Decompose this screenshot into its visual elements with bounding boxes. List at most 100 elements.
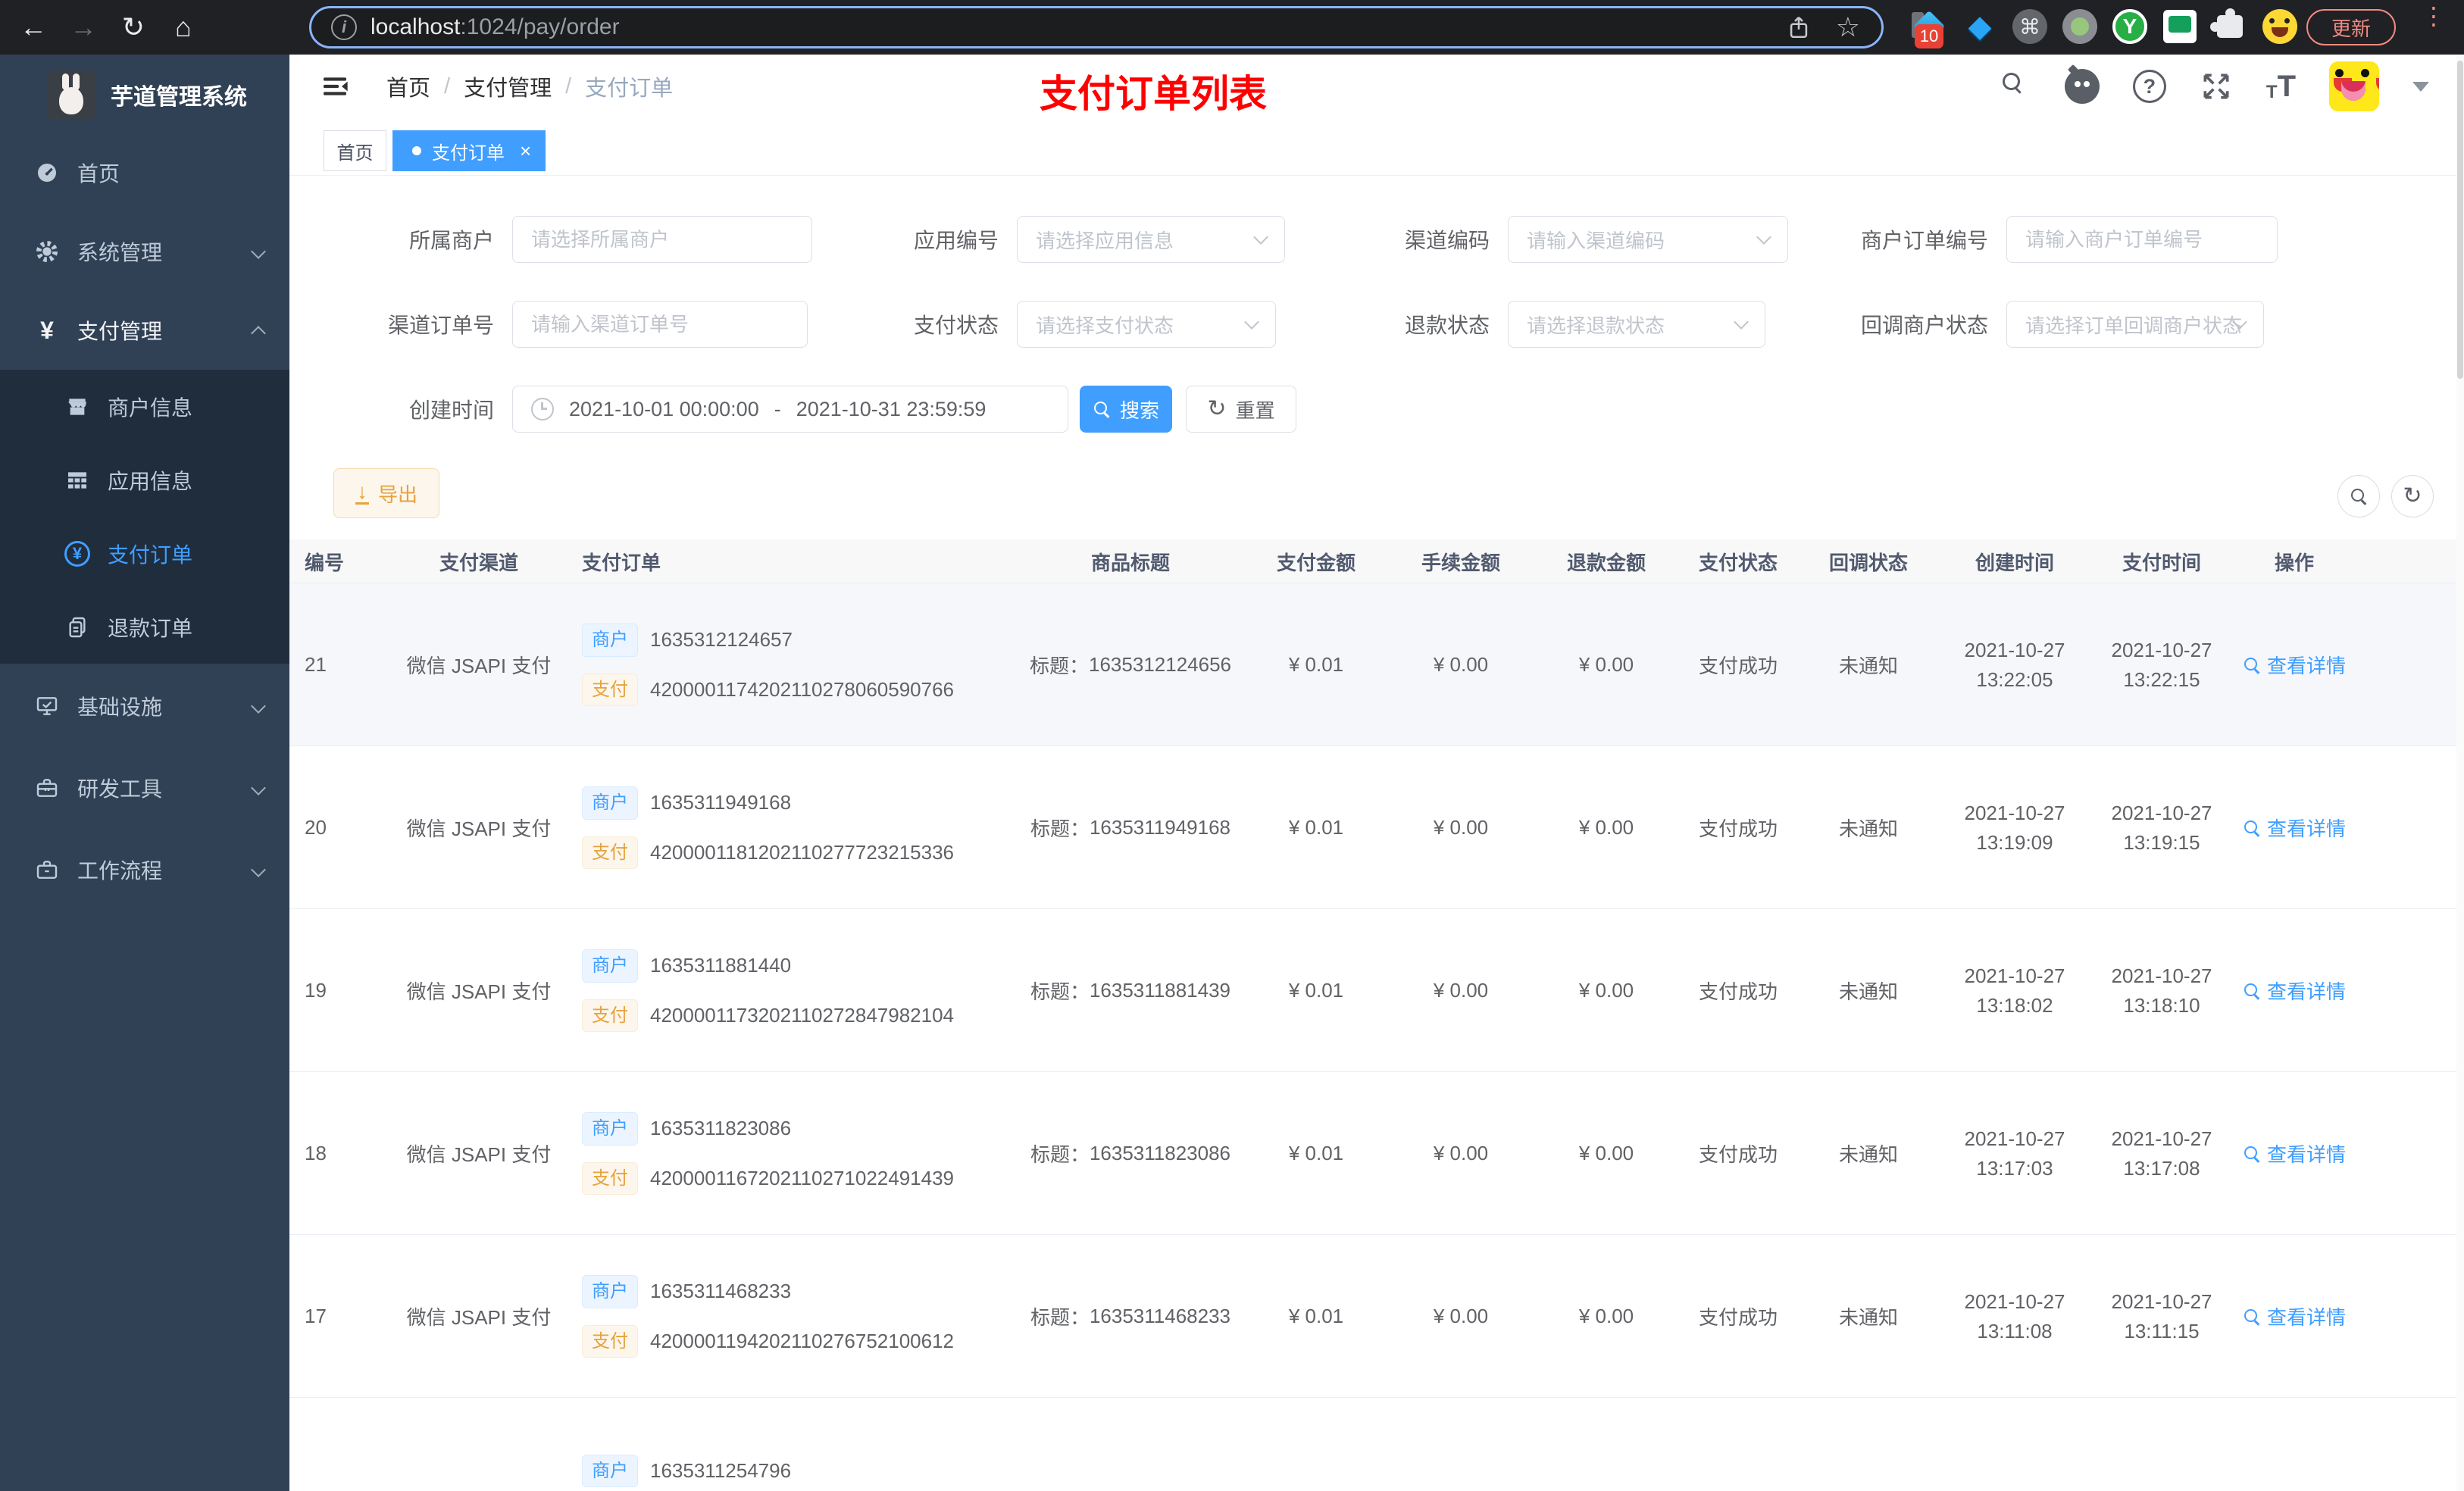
view-detail-link[interactable]: 查看详情 (2243, 651, 2346, 679)
col-title: 商品标题 (1090, 551, 1170, 574)
forward-icon[interactable]: → (67, 11, 100, 43)
table-row[interactable]: 18 微信 JSAPI 支付 商户 1635311823086 支付 4200001… (289, 1072, 2464, 1235)
scrollbar-thumb[interactable] (2457, 61, 2463, 379)
hide-search-button[interactable] (2337, 475, 2380, 517)
cell-channel: 微信 JSAPI 支付 (406, 980, 552, 1003)
font-size-icon[interactable]: TT (2266, 71, 2296, 102)
sidebar-item-infrastructure[interactable]: 基础设施 (0, 665, 289, 747)
cell-fee: ¥ 0.00 (1433, 816, 1489, 839)
table-row-partial[interactable]: 商户 1635311254796 (289, 1398, 2464, 1491)
breadcrumb-home[interactable]: 首页 (386, 70, 430, 102)
channel-order-no-input[interactable] (512, 301, 808, 348)
merchant-order-no: 1635311468233 (650, 1280, 792, 1303)
sidebar-item-label: 工作流程 (77, 859, 163, 883)
notify-status-select[interactable]: 请选择订单回调商户状态 (2006, 301, 2264, 348)
url-bar[interactable]: i localhost :1024/pay/order ☆ (309, 6, 1884, 48)
browser-menu-icon[interactable]: ⋮ (2422, 4, 2446, 28)
refresh-table-button[interactable]: ↻ (2391, 475, 2434, 517)
sidebar-item-system[interactable]: 系统管理 (0, 212, 289, 291)
update-button[interactable]: 更新 (2306, 9, 2396, 45)
cell-refund: ¥ 0.00 (1578, 979, 1634, 1002)
export-button[interactable]: ↓ 导出 (333, 468, 439, 518)
tab-bar: 首页 支付订单 × (289, 118, 2464, 176)
merchant-order-no-input[interactable] (2006, 216, 2278, 263)
cell-id: 18 (305, 1142, 327, 1164)
pay-order-no: 4200001181202110277723215336 (650, 840, 955, 864)
tab-pay-order[interactable]: 支付订单 × (392, 130, 546, 171)
tab-home[interactable]: 首页 (324, 130, 386, 171)
extensions-puzzle-icon[interactable] (2210, 8, 2249, 45)
browser-profile-avatar[interactable] (2261, 8, 2299, 45)
extension-icon-3[interactable]: ⌘ (2011, 8, 2049, 45)
sidebar-item-home[interactable]: 首页 (0, 133, 289, 212)
user-avatar[interactable] (2329, 61, 2379, 111)
back-icon[interactable]: ← (17, 11, 50, 43)
pay-status-select[interactable]: 请选择支付状态 (1017, 301, 1276, 348)
sidebar-subitem-merchant-info[interactable]: 商户信息 (0, 370, 289, 443)
view-icon (2243, 982, 2261, 1000)
top-navbar: 首页 / 支付管理 / 支付订单 支付订单列表 ? TT (289, 55, 2464, 118)
app-id-select[interactable]: 请选择应用信息 (1017, 216, 1285, 263)
search-icon[interactable] (2001, 71, 2031, 102)
cell-notify: 未通知 (1838, 1306, 1898, 1329)
search-icon (2350, 487, 2368, 505)
avatar-dropdown-caret-icon[interactable] (2412, 81, 2429, 92)
briefcase-icon (33, 856, 61, 883)
github-icon[interactable] (2064, 69, 2100, 104)
fullscreen-icon[interactable] (2200, 70, 2233, 103)
cell-order-numbers: 商户 1635311468233 支付 4200001194202110276752… (562, 1235, 1017, 1398)
view-detail-link[interactable]: 查看详情 (2243, 977, 2346, 1005)
extension-icon-6[interactable] (2161, 8, 2199, 45)
view-label: 查看详情 (2266, 817, 2346, 840)
table-row[interactable]: 20 微信 JSAPI 支付 商户 1635311949168 支付 4200001… (289, 746, 2464, 909)
breadcrumb: 首页 / 支付管理 / 支付订单 (386, 55, 673, 118)
table-row[interactable]: 21 微信 JSAPI 支付 商户 1635312124657 支付 4200001… (289, 583, 2464, 746)
cell-pay-time: 2021-10-27 13:18:10 (2090, 909, 2234, 1072)
search-button[interactable]: 搜索 (1080, 386, 1172, 433)
url-path: :1024/pay/order (460, 14, 620, 39)
extension-icon-2[interactable]: ◆ (1961, 8, 1999, 45)
sidebar-toggle-icon[interactable] (320, 71, 350, 102)
window-scrollbar[interactable] (2456, 55, 2464, 1491)
cell-channel: 微信 JSAPI 支付 (406, 1306, 552, 1329)
table-row[interactable]: 19 微信 JSAPI 支付 商户 1635311881440 支付 4200001… (289, 909, 2464, 1072)
cell-id: 20 (305, 816, 327, 839)
sidebar-subitem-refund-order[interactable]: 退款订单 (0, 590, 289, 664)
reset-button[interactable]: ↻ 重置 (1186, 386, 1296, 433)
sidebar-item-label: 首页 (77, 162, 120, 186)
reload-icon[interactable]: ↻ (117, 11, 150, 43)
view-detail-link[interactable]: 查看详情 (2243, 1139, 2346, 1167)
site-info-icon[interactable]: i (331, 14, 357, 40)
bookmark-star-icon[interactable]: ☆ (1836, 11, 1860, 43)
sidebar-item-workflow[interactable]: 工作流程 (0, 829, 289, 911)
sidebar-subitem-pay-order[interactable]: ¥ 支付订单 (0, 517, 289, 590)
date-range-picker[interactable]: 2021-10-01 00:00:00 - 2021-10-31 23:59:5… (512, 386, 1068, 433)
cell-order-numbers: 商户 1635311254796 (562, 1398, 1017, 1491)
sidebar-item-payment[interactable]: ¥ 支付管理 (0, 291, 289, 370)
sidebar-item-dev-tools[interactable]: 研发工具 (0, 747, 289, 829)
help-icon[interactable]: ? (2132, 70, 2166, 103)
breadcrumb-payment[interactable]: 支付管理 (464, 70, 552, 102)
view-icon (2243, 656, 2261, 674)
filter-label: 渠道编码 (1404, 229, 1490, 252)
app-logo (47, 70, 95, 119)
date: 2021-10-27 (2111, 638, 2212, 661)
storefront-icon (64, 393, 91, 420)
home-icon[interactable]: ⌂ (167, 11, 200, 43)
select-placeholder: 请输入渠道编码 (1527, 229, 1665, 252)
extension-icon-1[interactable]: 10 (1910, 8, 1948, 48)
cell-status: 支付成功 (1698, 817, 1778, 840)
channel-code-select[interactable]: 请输入渠道编码 (1508, 216, 1788, 263)
table-row[interactable]: 17 微信 JSAPI 支付 商户 1635311468233 支付 4200001… (289, 1235, 2464, 1398)
view-detail-link[interactable]: 查看详情 (2243, 1302, 2346, 1330)
share-icon[interactable] (1786, 14, 1812, 40)
merchant-filter-input[interactable] (512, 216, 812, 263)
sidebar-subitem-app-info[interactable]: 应用信息 (0, 443, 289, 517)
extension-icon-5[interactable]: Y (2111, 8, 2149, 45)
refund-status-select[interactable]: 请选择退款状态 (1508, 301, 1765, 348)
date: 2021-10-27 (2111, 1127, 2212, 1150)
close-icon[interactable]: × (520, 139, 531, 163)
cell-refund: ¥ 0.00 (1578, 1142, 1634, 1164)
view-detail-link[interactable]: 查看详情 (2243, 814, 2346, 842)
extension-icon-4[interactable] (2061, 8, 2099, 45)
